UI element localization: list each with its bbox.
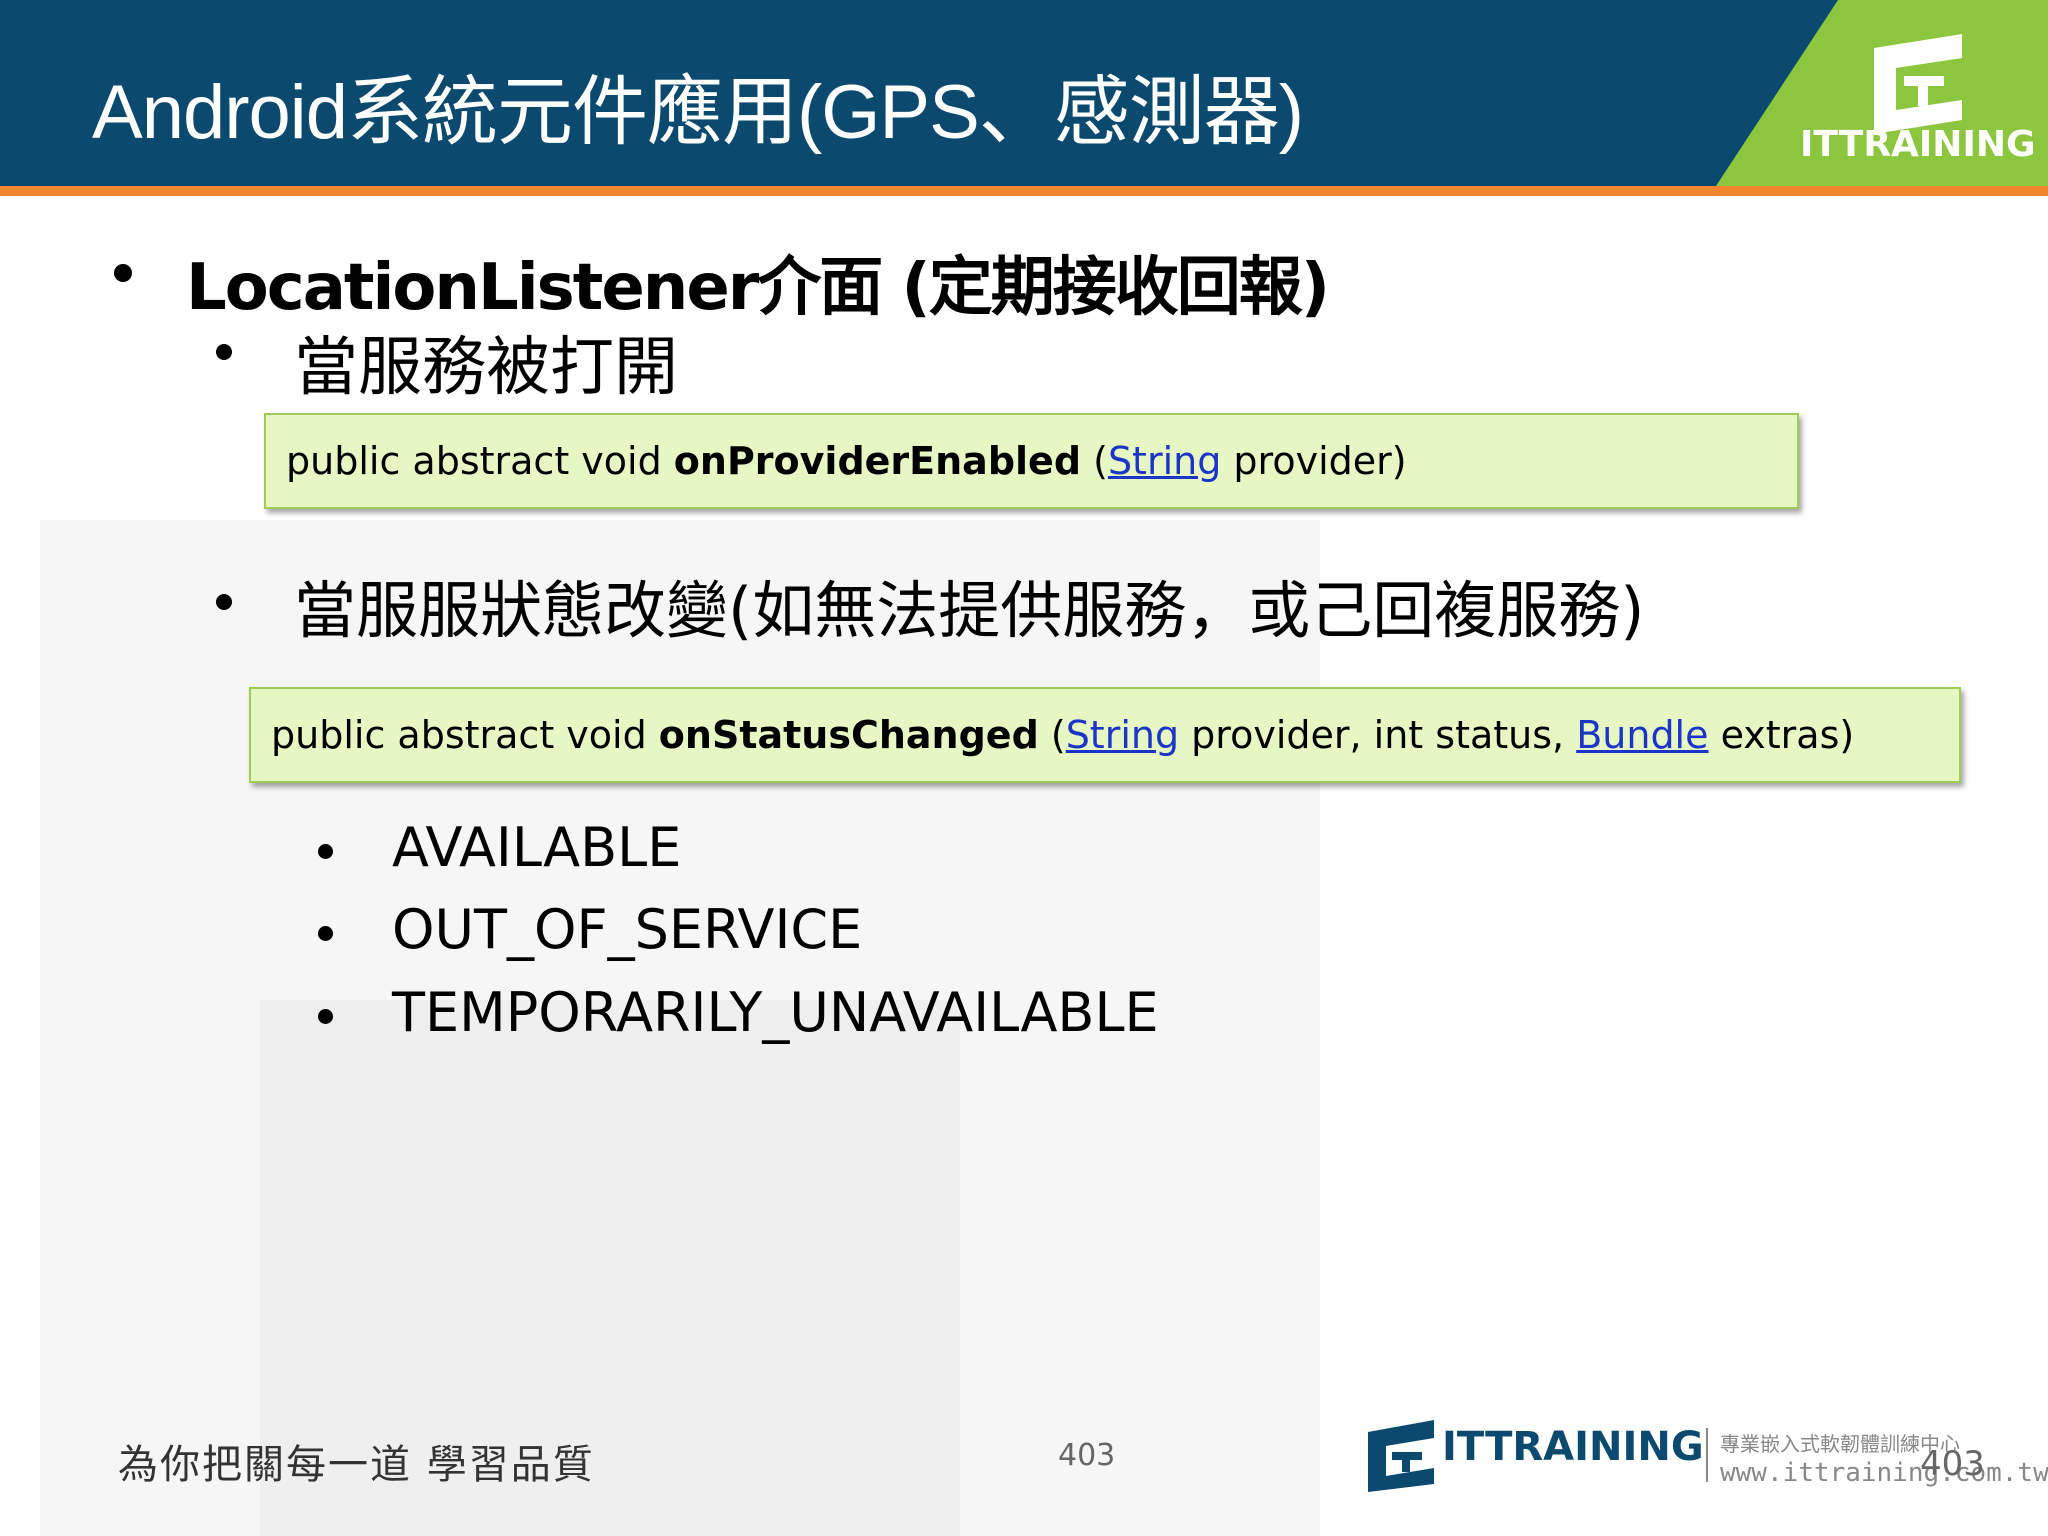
code-method-name: onProviderEnabled	[673, 439, 1082, 483]
code-method-name: onStatusChanged	[658, 713, 1039, 757]
code-prefix: public abstract void	[271, 713, 659, 757]
string-type-link[interactable]: String	[1108, 439, 1221, 483]
bullet-dot	[216, 344, 232, 360]
code-params: provider, int status,	[1179, 713, 1577, 757]
bullet-dot	[318, 1009, 333, 1024]
header-logo-text: ITTRAINING	[1800, 124, 2036, 165]
code-paren: (	[1038, 713, 1066, 757]
bullet-dot	[216, 594, 232, 610]
footer-logo-icon	[1368, 1420, 1434, 1492]
bundle-type-link[interactable]: Bundle	[1576, 713, 1708, 757]
code-prefix: public abstract void	[286, 439, 674, 483]
page-number: 403	[1058, 1438, 1116, 1473]
status-available: AVAILABLE	[392, 816, 682, 879]
footer-logo-text: ITTRAINING	[1442, 1424, 1704, 1470]
code-params: provider)	[1221, 439, 1407, 483]
bullet-dot	[318, 844, 333, 859]
bullet-status-changed: 當服服狀態改變(如無法提供服務，或己回複服務)	[294, 574, 1645, 647]
code-box-provider-enabled: public abstract void onProviderEnabled (…	[264, 413, 1799, 509]
code-paren: (	[1081, 439, 1108, 483]
status-out-of-service: OUT_OF_SERVICE	[392, 898, 863, 961]
page-title: Android系統元件應用(GPS、感測器)	[92, 70, 1304, 155]
page-number-right: 403	[1920, 1444, 1985, 1484]
code-box-status-changed: public abstract void onStatusChanged (St…	[249, 687, 1961, 783]
footer-website[interactable]: www.ittraining.com.tw	[1720, 1458, 2048, 1488]
footer-slogan: 為你把關每一道 學習品質	[118, 1442, 595, 1488]
bullet-location-listener: LocationListener介面 (定期接收回報)	[186, 251, 1330, 325]
bullet-provider-enabled: 當服務被打開	[294, 331, 678, 405]
bullet-dot	[114, 264, 132, 282]
code-params-end: extras)	[1708, 713, 1855, 757]
footer-divider	[1706, 1428, 1708, 1482]
bullet-dot	[318, 926, 333, 941]
status-temporarily-unavailable: TEMPORARILY_UNAVAILABLE	[392, 981, 1159, 1044]
string-type-link[interactable]: String	[1066, 713, 1179, 757]
